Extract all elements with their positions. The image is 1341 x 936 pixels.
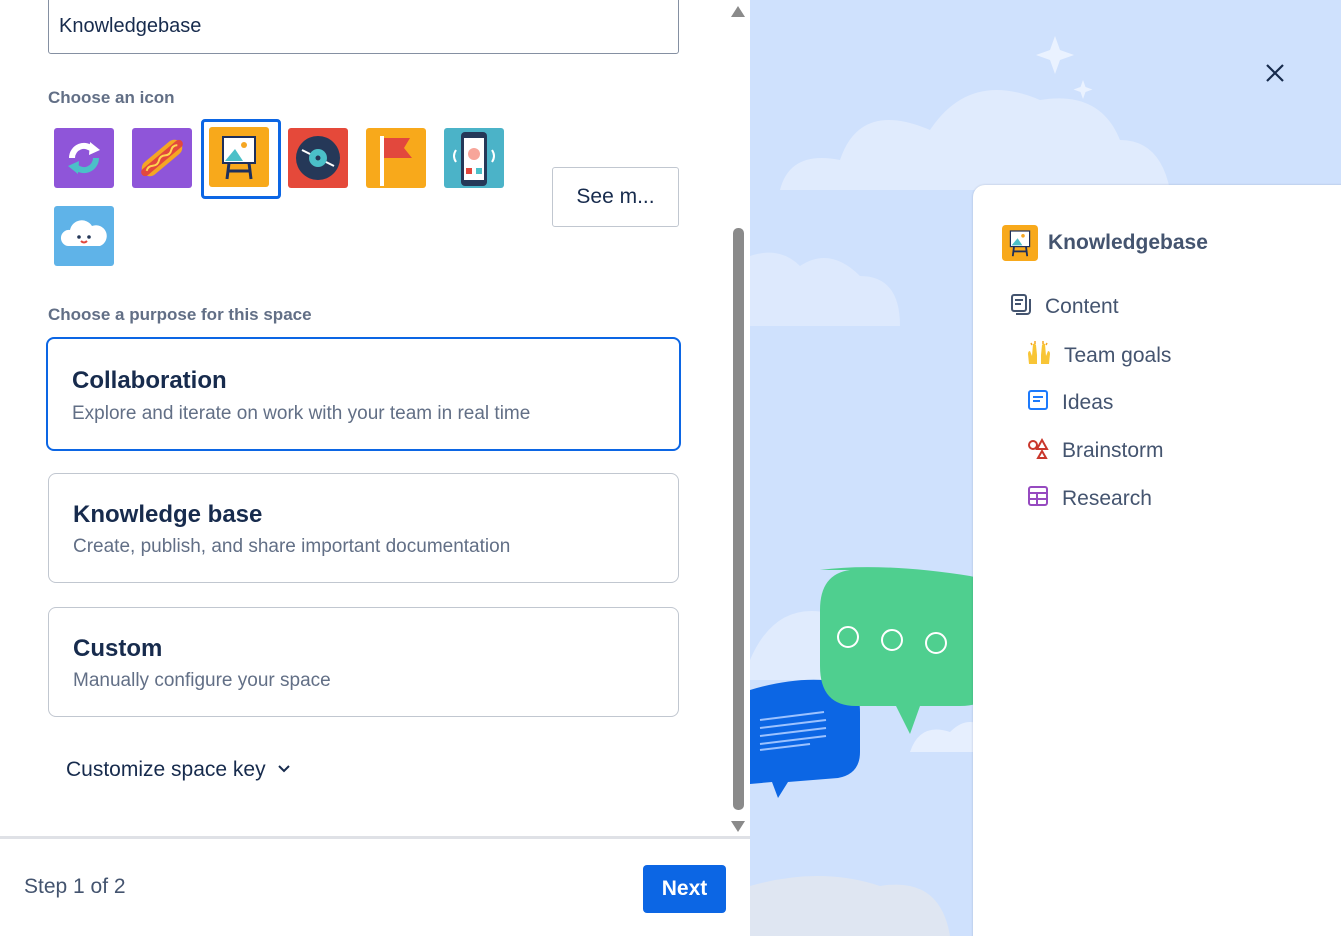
database-table-icon xyxy=(1026,484,1050,514)
tree-item-label: Brainstorm xyxy=(1062,439,1164,462)
sync-icon[interactable] xyxy=(54,128,114,188)
tree-item-label: Ideas xyxy=(1062,391,1114,414)
cloud-face-icon[interactable] xyxy=(54,206,114,266)
scroll-down-arrow xyxy=(731,821,745,832)
customize-space-key-toggle[interactable]: Customize space key xyxy=(66,758,292,782)
tree-item-label: Team goals xyxy=(1064,344,1172,367)
tree-item-ideas: Ideas xyxy=(1026,388,1113,418)
footer: Step 1 of 2 Next xyxy=(0,836,750,936)
phone-character-icon[interactable] xyxy=(444,128,504,188)
whiteboard-shapes-icon xyxy=(1026,436,1050,466)
tree-item-label: Research xyxy=(1062,487,1152,510)
tree-item-brainstorm: Brainstorm xyxy=(1026,436,1164,466)
purpose-description: Create, publish, and share important doc… xyxy=(73,536,511,557)
tree-item-label: Content xyxy=(1045,295,1119,318)
purpose-title: Knowledge base xyxy=(73,501,263,528)
purpose-title: Collaboration xyxy=(72,367,227,394)
preview-space-title: Knowledgebase xyxy=(1048,231,1208,254)
purpose-card-collaboration[interactable]: Collaboration Explore and iterate on wor… xyxy=(46,337,681,451)
scrollbar-thumb xyxy=(733,228,744,810)
scroll-up-arrow xyxy=(731,6,745,17)
purpose-card-knowledge-base[interactable]: Knowledge base Create, publish, and shar… xyxy=(48,473,679,583)
tree-item-content: Content xyxy=(1009,292,1119,322)
purpose-description: Manually configure your space xyxy=(73,670,331,691)
choose-icon-label: Choose an icon xyxy=(48,88,175,107)
page-icon xyxy=(1026,388,1050,418)
step-indicator: Step 1 of 2 xyxy=(24,875,126,898)
scrollbar[interactable] xyxy=(728,0,748,836)
red-flag-icon[interactable] xyxy=(366,128,426,188)
space-name-input[interactable]: Knowledgebase xyxy=(48,0,679,54)
purpose-card-custom[interactable]: Custom Manually configure your space xyxy=(48,607,679,717)
purpose-description: Explore and iterate on work with your te… xyxy=(72,403,531,424)
close-icon[interactable] xyxy=(1262,60,1288,86)
customize-space-key-label: Customize space key xyxy=(66,758,266,781)
see-more-icons-button[interactable]: See m... xyxy=(552,167,679,227)
purpose-title: Custom xyxy=(73,635,163,662)
space-preview-panel: Knowledgebase Content Team goals Ideas B… xyxy=(750,0,1341,936)
easel-picture-icon[interactable] xyxy=(209,127,269,187)
choose-purpose-label: Choose a purpose for this space xyxy=(48,305,312,324)
vinyl-record-icon[interactable] xyxy=(288,128,348,188)
raised-hands-emoji-icon xyxy=(1026,340,1052,372)
space-avatar-easel-icon xyxy=(1002,225,1038,266)
hotdog-icon[interactable] xyxy=(132,128,192,188)
next-button[interactable]: Next xyxy=(643,865,726,913)
create-space-form: Knowledgebase Choose an icon See m... Ch… xyxy=(0,0,750,936)
space-preview-card: Knowledgebase Content Team goals Ideas B… xyxy=(973,185,1341,936)
tree-item-research: Research xyxy=(1026,484,1152,514)
content-pages-icon xyxy=(1009,292,1033,322)
chevron-down-icon xyxy=(276,758,292,782)
tree-item-team-goals: Team goals xyxy=(1026,340,1171,372)
